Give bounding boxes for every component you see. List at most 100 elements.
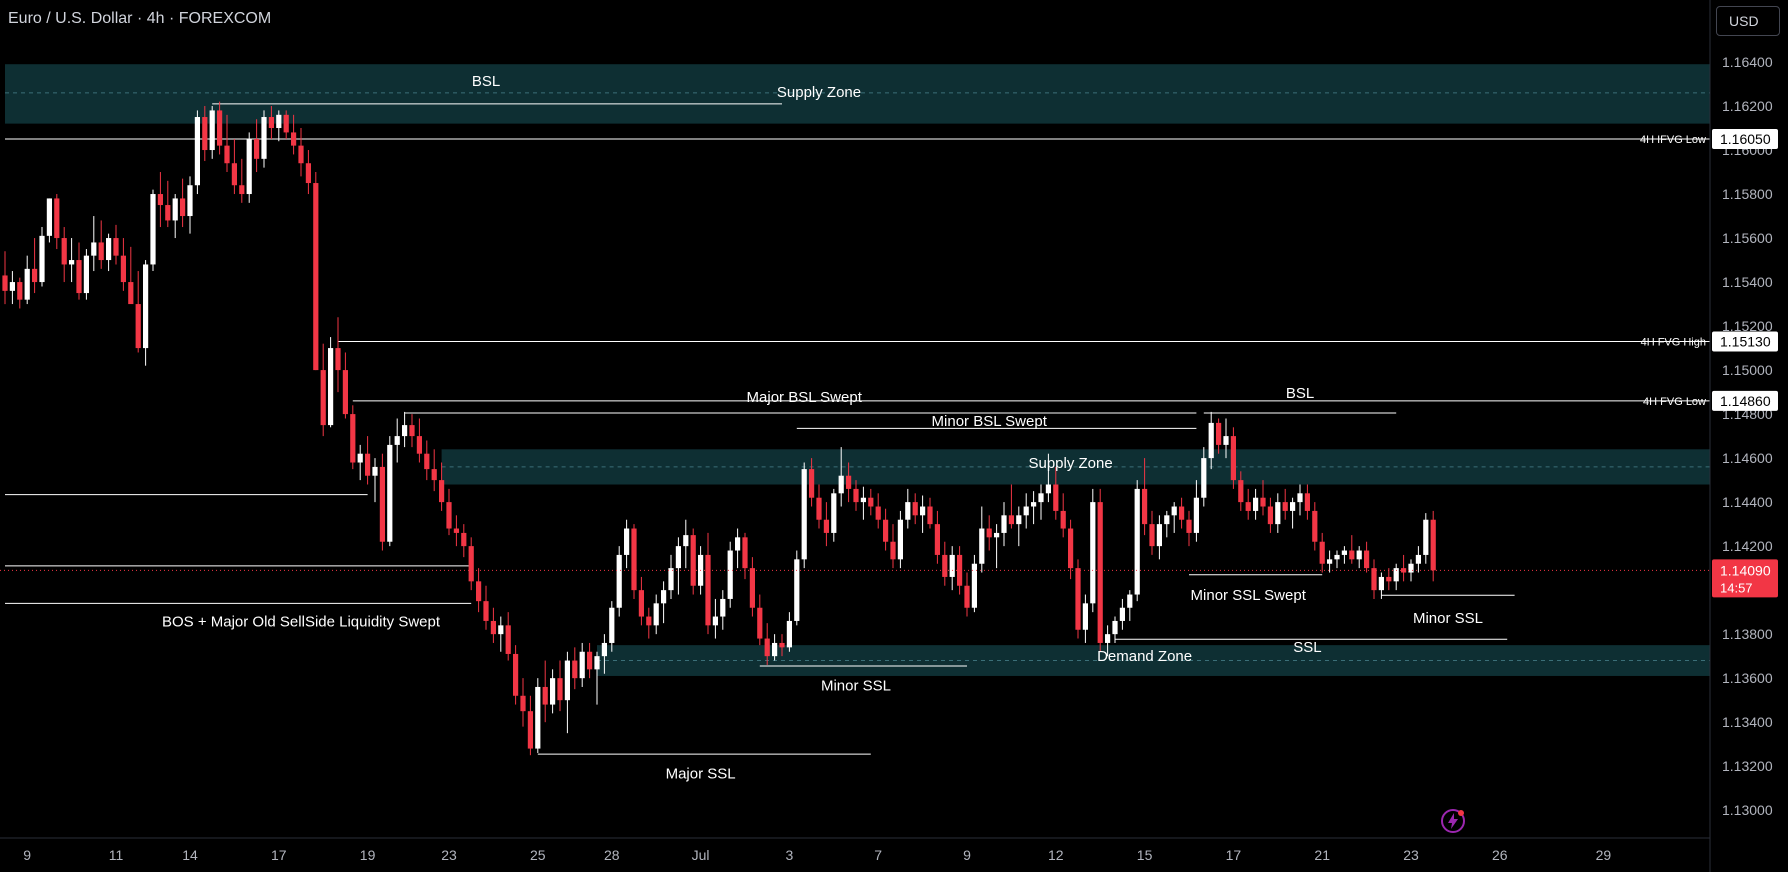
annotation-label: Major BSL Swept	[747, 389, 863, 406]
candle-body	[402, 425, 408, 437]
x-tick-label: 7	[874, 847, 882, 863]
candle-body	[165, 205, 171, 221]
x-tick-label: 11	[109, 847, 124, 863]
candle-body	[957, 554, 963, 586]
y-tick-label: 1.14600	[1722, 450, 1773, 466]
candle-body	[1045, 484, 1051, 494]
candle-body	[557, 678, 563, 701]
annotation-label: SSL	[1293, 639, 1321, 656]
candle-body	[564, 660, 570, 701]
candle-body	[683, 535, 689, 547]
currency-button[interactable]: USD	[1716, 6, 1780, 36]
candle-body	[964, 585, 970, 608]
candle-body	[224, 145, 230, 164]
y-tick-label: 1.15400	[1722, 274, 1773, 290]
candle-body	[1060, 510, 1066, 529]
candle-body	[801, 469, 807, 560]
candle-body	[513, 653, 519, 696]
candle-body	[994, 532, 1000, 538]
candle-body	[572, 660, 578, 679]
candle-body	[439, 480, 445, 503]
candle-body	[276, 114, 282, 129]
candle-body	[298, 145, 304, 164]
candle-body	[1016, 515, 1022, 525]
candle-body	[1031, 502, 1037, 507]
chart-background	[0, 0, 1788, 872]
candle-body	[912, 502, 918, 516]
candle-body	[727, 550, 733, 599]
candle-body	[1364, 550, 1370, 569]
candle-body	[520, 695, 526, 712]
candle-body	[1304, 493, 1310, 511]
symbol-title[interactable]: Euro / U.S. Dollar · 4h · FOREXCOM	[8, 10, 271, 28]
y-tick-label: 1.16400	[1722, 54, 1773, 70]
candle-body	[1127, 594, 1133, 608]
candle-body	[823, 519, 829, 533]
candle-body	[1401, 568, 1407, 573]
candle-body	[1378, 576, 1384, 591]
candle-body	[1430, 519, 1436, 571]
y-tick-label: 1.15000	[1722, 362, 1773, 378]
candle-body	[150, 194, 156, 265]
annotation-label: Minor SSL	[821, 677, 891, 694]
x-tick-label: Jul	[692, 847, 710, 863]
candle-body	[1230, 436, 1236, 481]
candle-body	[54, 198, 60, 239]
candle-body	[187, 185, 193, 217]
candle-body	[365, 453, 371, 476]
candle-body	[157, 194, 163, 206]
candle-body	[786, 620, 792, 648]
candle-body	[335, 348, 341, 371]
candle-body	[379, 466, 385, 542]
candle-body	[1008, 515, 1014, 525]
candle-body	[1179, 506, 1185, 520]
candle-body	[838, 475, 844, 494]
candle-body	[431, 469, 437, 481]
y-tick-label: 1.14400	[1722, 494, 1773, 510]
candle-body	[1297, 493, 1303, 503]
y-tick-label: 1.13400	[1722, 714, 1773, 730]
candle-body	[387, 444, 393, 542]
x-tick-label: 23	[441, 847, 457, 863]
candle-body	[1201, 458, 1207, 498]
candle-body	[261, 117, 267, 159]
candle-body	[949, 554, 955, 577]
candle-body	[794, 559, 800, 621]
candle-body	[24, 268, 30, 300]
candle-body	[579, 651, 585, 679]
candle-body	[1415, 554, 1421, 564]
symbol-name: Euro / U.S. Dollar	[8, 10, 133, 27]
candle-body	[1275, 502, 1281, 525]
candle-body	[1238, 480, 1244, 503]
candle-body	[1290, 502, 1296, 511]
candlestick-chart[interactable]: BSL Major BSL Swept Minor BSL Swept BSL Supp…	[0, 0, 1788, 872]
candle-body	[653, 603, 659, 626]
candle-body	[1105, 634, 1111, 643]
candle-body	[1082, 603, 1088, 630]
lightning-icon[interactable]	[1440, 808, 1466, 834]
candle-body	[1356, 550, 1362, 560]
candle-body	[934, 524, 940, 555]
candle-body	[638, 590, 644, 617]
candle-body	[705, 554, 711, 626]
candle-body	[2, 275, 8, 291]
candle-body	[372, 466, 378, 476]
candle-body	[920, 506, 926, 516]
candle-body	[446, 502, 452, 529]
y-tick-label: 1.16200	[1722, 98, 1773, 114]
y-tick-label: 1.15600	[1722, 230, 1773, 246]
candle-body	[98, 242, 104, 261]
candle-body	[1075, 568, 1081, 630]
y-tick-label: 1.13600	[1722, 670, 1773, 686]
candle-body	[1193, 497, 1199, 533]
candle-body	[631, 528, 637, 591]
candle-body	[409, 425, 415, 437]
annotation-label: Demand Zone	[1097, 648, 1192, 665]
candle-body	[246, 139, 252, 195]
candle-body	[424, 453, 430, 470]
candle-body	[1216, 422, 1222, 445]
candle-body	[527, 711, 533, 749]
candle-body	[91, 242, 97, 256]
candle-body	[305, 163, 311, 184]
candle-body	[1341, 550, 1347, 555]
